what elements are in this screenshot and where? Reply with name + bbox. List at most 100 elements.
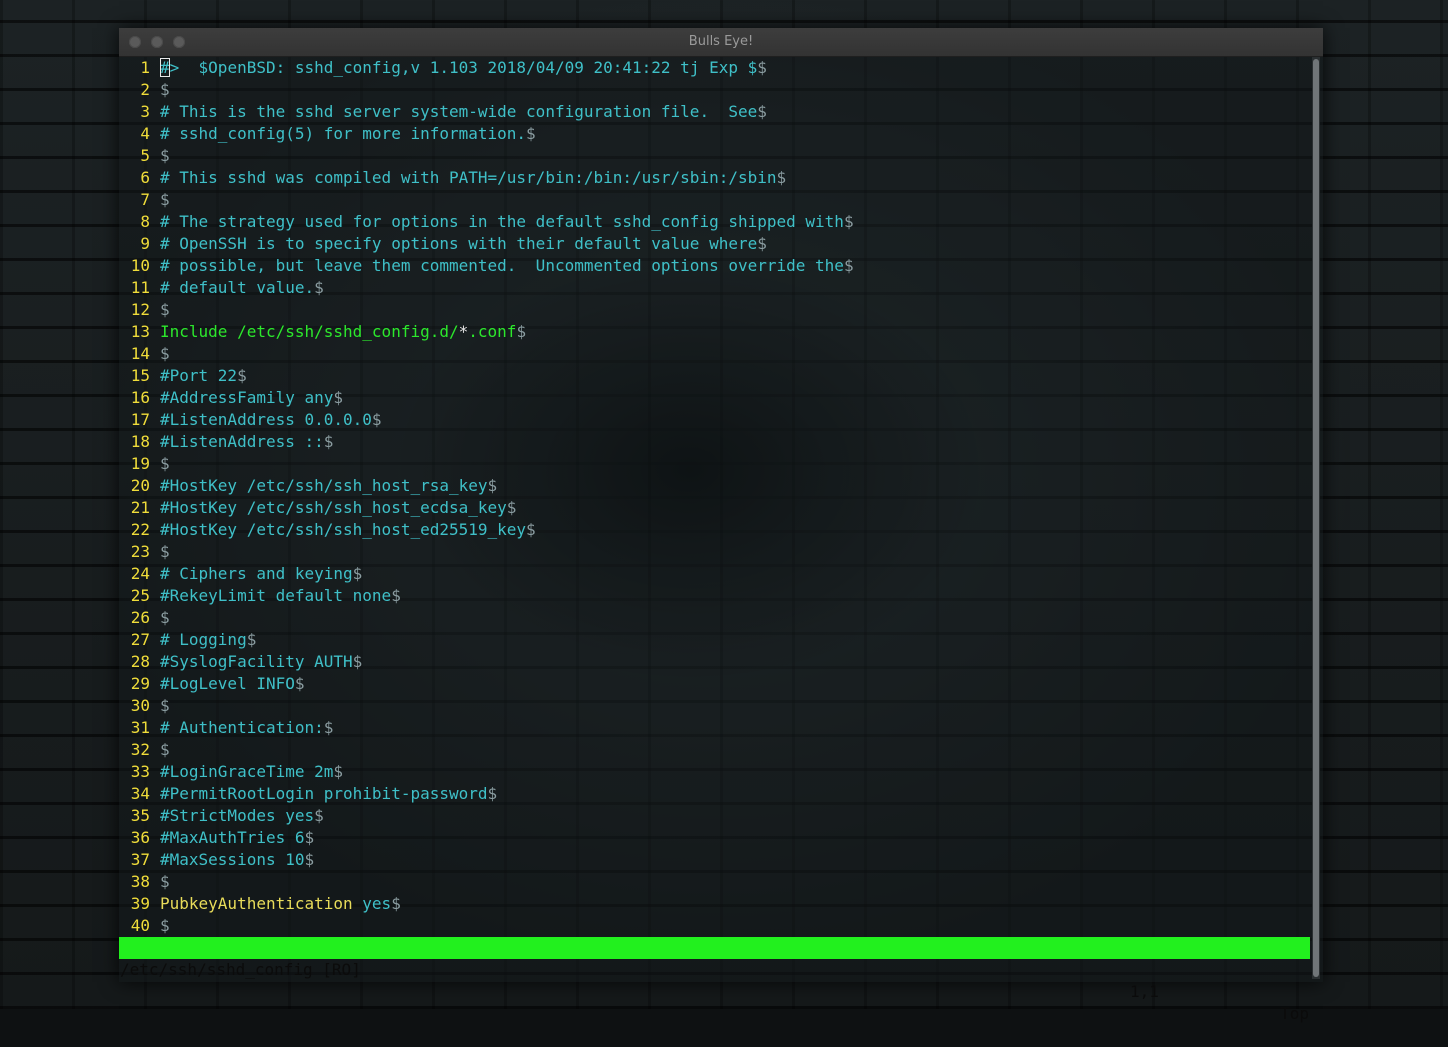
editor-line[interactable]: 13 Include /etc/ssh/sshd_config.d/*.conf$ (119, 321, 526, 343)
editor-line[interactable]: 36 #MaxAuthTries 6$ (119, 827, 314, 849)
editor-line[interactable]: 7 $ (119, 189, 169, 211)
end-of-line-marker: $ (333, 762, 344, 781)
end-of-line-marker: $ (160, 542, 170, 561)
editor-line[interactable]: 29 #LogLevel INFO$ (119, 673, 305, 695)
editor-line[interactable]: 5 $ (119, 145, 169, 167)
end-of-line-marker: $ (237, 366, 247, 385)
line-text: #HostKey /etc/ssh/ssh_host_rsa_key (160, 476, 488, 495)
window-title: Bulls Eye! (688, 34, 754, 49)
vertical-scrollbar[interactable] (1312, 57, 1320, 979)
editor-line[interactable]: 19 $ (119, 453, 170, 475)
line-text: # The strategy used for options in the d… (160, 212, 844, 231)
line-text: # Logging (160, 630, 247, 649)
editor-line[interactable]: 10 # possible, but leave them commented. … (119, 255, 854, 277)
editor-line[interactable]: 24 # Ciphers and keying$ (119, 563, 363, 585)
end-of-line-marker: $ (333, 388, 344, 407)
end-of-line-marker: $ (160, 696, 170, 715)
end-of-line-marker: $ (160, 872, 170, 891)
end-of-line-marker: $ (487, 476, 498, 495)
text-cursor: # (160, 58, 170, 77)
line-number: 26 (130, 608, 150, 627)
editor-line[interactable]: 21 #HostKey /etc/ssh/ssh_host_ecdsa_key$ (119, 497, 517, 519)
editor-line[interactable]: 27 # Logging$ (119, 629, 257, 651)
line-text: > $OpenBSD: sshd_config,v 1.103 2018/04/… (169, 58, 758, 77)
line-number: 9 (140, 234, 150, 253)
line-number: 1 (140, 58, 150, 77)
editor-line[interactable]: 9 # OpenSSH is to specify options with th… (119, 233, 767, 255)
editor-line[interactable]: 34 #PermitRootLogin prohibit-password$ (119, 783, 497, 805)
editor-line[interactable]: 15 #Port 22$ (119, 365, 247, 387)
editor-line[interactable]: 18 #ListenAddress ::$ (119, 431, 334, 453)
editor-line[interactable]: 8 # The strategy used for options in the … (119, 211, 853, 233)
editor-line[interactable]: 20 #HostKey /etc/ssh/ssh_host_rsa_key$ (119, 475, 497, 497)
editor-line[interactable]: 16 #AddressFamily any$ (119, 387, 343, 409)
editor-line[interactable]: 23 $ (119, 541, 170, 563)
vim-editor-buffer[interactable]: 1 #> $OpenBSD: sshd_config,v 1.103 2018/0… (119, 57, 1310, 937)
editor-line[interactable]: 12 $ (119, 299, 170, 321)
editor-line[interactable]: 1 #> $OpenBSD: sshd_config,v 1.103 2018/0… (119, 57, 767, 79)
line-number: 39 (130, 894, 150, 913)
editor-line[interactable]: 30 $ (119, 695, 170, 717)
editor-line[interactable]: 31 # Authentication:$ (119, 717, 334, 739)
line-number: 29 (130, 674, 150, 693)
line-number: 8 (140, 212, 150, 231)
editor-line[interactable]: 11 # default value.$ (119, 277, 324, 299)
line-text: #Port 22 (160, 366, 238, 385)
line-number: 14 (130, 344, 150, 363)
line-text: # This is the sshd server system-wide co… (160, 102, 758, 121)
editor-line[interactable]: 22 #HostKey /etc/ssh/ssh_host_ed25519_key… (119, 519, 536, 541)
editor-line[interactable]: 40 $ (119, 915, 170, 937)
editor-line[interactable]: 32 $ (119, 739, 170, 761)
end-of-line-marker: $ (352, 564, 363, 583)
line-text: #RekeyLimit default none (160, 586, 392, 605)
editor-line[interactable]: 2 $ (119, 79, 170, 101)
end-of-line-marker: $ (314, 806, 324, 825)
line-text: * (458, 322, 469, 341)
scrollbar-thumb[interactable] (1313, 59, 1319, 977)
line-number: 17 (130, 410, 150, 429)
window-titlebar[interactable]: Bulls Eye! (119, 28, 1323, 57)
end-of-line-marker: $ (487, 784, 498, 803)
line-number: 23 (130, 542, 150, 561)
line-number: 7 (140, 190, 150, 209)
end-of-line-marker: $ (391, 894, 401, 913)
editor-line[interactable]: 25 #RekeyLimit default none$ (119, 585, 401, 607)
line-number: 5 (140, 146, 150, 165)
end-of-line-marker: $ (314, 278, 324, 297)
editor-line[interactable]: 38 $ (119, 871, 170, 893)
end-of-line-marker: $ (160, 80, 170, 99)
editor-line[interactable]: 17 #ListenAddress 0.0.0.0$ (119, 409, 382, 431)
line-number: 4 (140, 124, 150, 143)
line-text: # default value. (160, 278, 315, 297)
line-text: .conf (468, 322, 517, 341)
editor-line[interactable]: 39 PubkeyAuthentication yes$ (119, 893, 401, 915)
line-number: 22 (130, 520, 150, 539)
editor-line[interactable]: 3 # This is the sshd server system-wide c… (119, 101, 767, 123)
line-text: PubkeyAuthentication (160, 894, 353, 913)
line-text: #StrictModes yes (160, 806, 315, 825)
end-of-line-marker: $ (304, 828, 315, 847)
editor-line[interactable]: 35 #StrictModes yes$ (119, 805, 324, 827)
end-of-line-marker: $ (160, 344, 170, 363)
end-of-line-marker: $ (843, 256, 854, 275)
line-number: 25 (130, 586, 150, 605)
line-text: #HostKey /etc/ssh/ssh_host_ecdsa_key (160, 498, 507, 517)
end-of-line-marker: $ (352, 652, 363, 671)
end-of-line-marker: $ (160, 740, 170, 759)
editor-line[interactable]: 28 #SyslogFacility AUTH$ (119, 651, 363, 673)
editor-line[interactable]: 33 #LoginGraceTime 2m$ (119, 761, 343, 783)
status-cursor-position: 1,1 (1130, 982, 1159, 1001)
editor-line[interactable]: 37 #MaxSessions 10$ (119, 849, 314, 871)
end-of-line-marker: $ (757, 102, 767, 121)
end-of-line-marker: $ (757, 234, 767, 253)
editor-line[interactable]: 14 $ (119, 343, 170, 365)
line-number: 10 (130, 256, 150, 275)
line-number: 27 (130, 630, 150, 649)
line-number: 20 (130, 476, 150, 495)
editor-line[interactable]: 4 # sshd_config(5) for more information.$ (119, 123, 535, 145)
editor-line[interactable]: 26 $ (119, 607, 170, 629)
end-of-line-marker: $ (506, 498, 517, 517)
line-number: 38 (130, 872, 150, 891)
end-of-line-marker: $ (304, 850, 315, 869)
editor-line[interactable]: 6 # This sshd was compiled with PATH=/usr… (119, 167, 786, 189)
